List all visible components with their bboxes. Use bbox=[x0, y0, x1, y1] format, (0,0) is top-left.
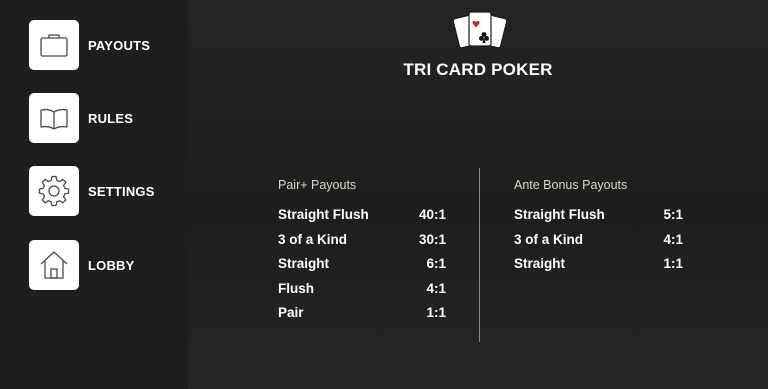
table-row: Straight 1:1 bbox=[514, 256, 683, 281]
table-row: Straight Flush 5:1 bbox=[514, 207, 683, 232]
payout-value: 4:1 bbox=[426, 280, 446, 296]
column-divider bbox=[479, 168, 480, 342]
table-row: Straight 6:1 bbox=[278, 256, 446, 281]
book-icon[interactable] bbox=[29, 93, 79, 143]
hand-name: 3 of a Kind bbox=[278, 231, 348, 247]
payout-value: 5:1 bbox=[663, 207, 683, 222]
hand-name: 3 of a Kind bbox=[514, 231, 584, 247]
payout-value: 40:1 bbox=[418, 207, 446, 222]
table-row: 3 of a Kind 4:1 bbox=[514, 232, 683, 257]
rules-button[interactable]: RULES bbox=[29, 93, 133, 143]
main-panel: TRI CARD POKER Pair+ Payouts Straight Fl… bbox=[188, 0, 768, 389]
sidebar: PAYOUTS RULES SETTINGS LOBBY bbox=[0, 0, 188, 389]
payout-value: 1:1 bbox=[663, 256, 683, 271]
ante-bonus-payouts-table: Ante Bonus Payouts Straight Flush 5:1 3 … bbox=[514, 178, 683, 281]
hand-name: Straight bbox=[514, 256, 566, 271]
home-icon[interactable] bbox=[29, 240, 79, 290]
hand-name: Pair bbox=[278, 305, 304, 320]
hand-name: Straight Flush bbox=[514, 207, 605, 222]
payout-value: 1:1 bbox=[426, 305, 446, 320]
table-row: Straight Flush 40:1 bbox=[278, 207, 446, 232]
payout-value: 30:1 bbox=[418, 231, 446, 247]
payout-value: 6:1 bbox=[426, 256, 446, 271]
payout-value: 4:1 bbox=[663, 231, 683, 247]
hand-name: Straight Flush bbox=[278, 207, 369, 222]
pair-plus-title: Pair+ Payouts bbox=[278, 178, 357, 192]
payouts-label: PAYOUTS bbox=[88, 37, 151, 53]
settings-button[interactable]: SETTINGS bbox=[29, 166, 155, 216]
hand-name: Flush bbox=[278, 280, 314, 296]
table-row: Pair 1:1 bbox=[278, 305, 446, 330]
lobby-label: LOBBY bbox=[88, 257, 135, 273]
lobby-button[interactable]: LOBBY bbox=[29, 240, 135, 290]
hand-name: Straight bbox=[278, 256, 330, 271]
table-row: 3 of a Kind 30:1 bbox=[278, 232, 446, 257]
gear-icon[interactable] bbox=[29, 166, 79, 216]
rules-label: RULES bbox=[88, 110, 134, 126]
game-title: TRI CARD POKER bbox=[403, 60, 553, 79]
pair-plus-payouts-table: Pair+ Payouts Straight Flush 40:1 3 of a… bbox=[278, 178, 446, 330]
briefcase-icon[interactable] bbox=[29, 20, 79, 70]
payouts-button[interactable]: PAYOUTS bbox=[29, 20, 150, 70]
table-row: Flush 4:1 bbox=[278, 281, 446, 306]
settings-label: SETTINGS bbox=[88, 183, 155, 199]
ante-bonus-title: Ante Bonus Payouts bbox=[514, 178, 628, 192]
playing-cards-icon bbox=[452, 9, 508, 53]
